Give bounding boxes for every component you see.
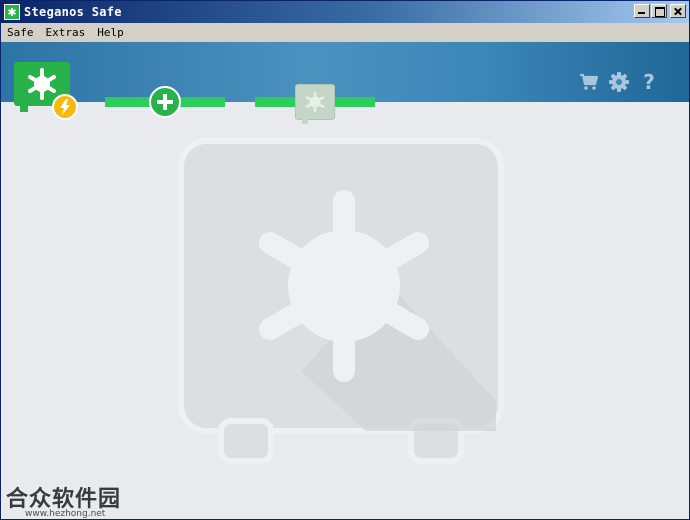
gear-icon [609,72,629,92]
cart-button[interactable] [579,71,599,93]
menu-help[interactable]: Help [91,23,130,42]
title-bar[interactable]: ✱ Steganos Safe [1,1,689,23]
header-tools: ? [579,70,659,94]
maximize-button[interactable] [651,4,667,18]
cart-icon [580,73,599,90]
window-controls [634,4,686,18]
menu-safe[interactable]: Safe [1,23,40,42]
add-safe-button[interactable] [149,86,181,118]
settings-button[interactable] [609,71,629,93]
empty-safe-illustration [178,138,504,464]
menu-bar: Safe Extras Help [1,23,689,42]
steganos-app-icon[interactable]: ✱ [4,4,20,20]
plus-icon [157,94,173,110]
menu-extras[interactable]: Extras [40,23,92,42]
help-icon: ? [643,70,655,94]
lightning-badge [52,94,78,120]
window-title: Steganos Safe [24,5,122,19]
app-window: ✱ Steganos Safe Safe Extras Help ? 合众软件园… [0,0,690,520]
safe-wheel-icon [28,68,56,100]
safe-step-disabled[interactable] [295,84,335,124]
safe-icon [305,91,325,113]
help-button[interactable]: ? [639,70,659,94]
lightning-icon [60,99,70,115]
close-button[interactable] [670,4,686,18]
minimize-button[interactable] [634,4,650,18]
watermark-url: www.hezhong.net [25,509,106,519]
